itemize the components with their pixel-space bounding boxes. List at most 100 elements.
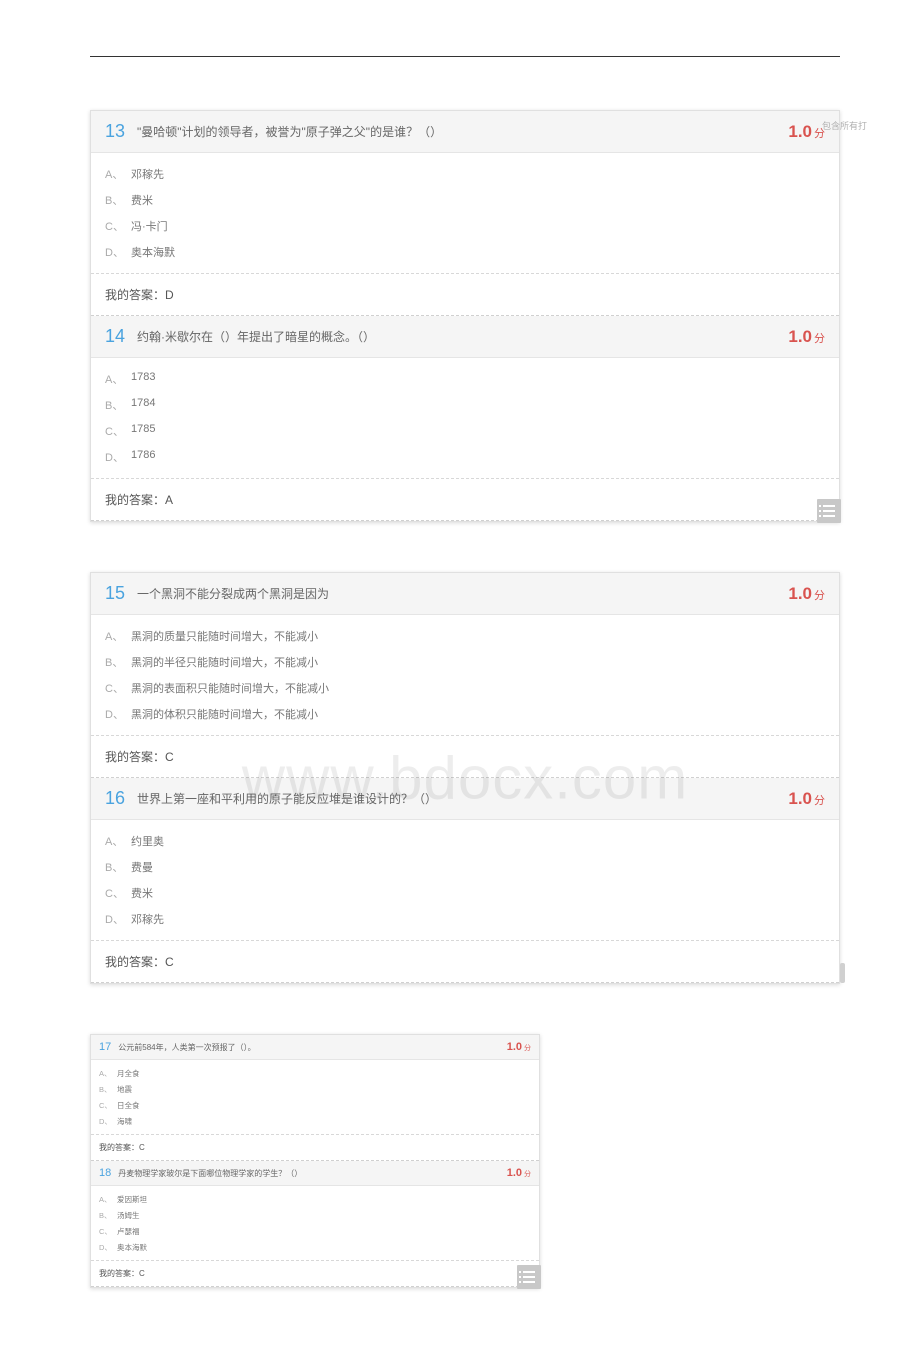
option-row[interactable]: B、1784 xyxy=(105,392,825,418)
score-value: 1.0 xyxy=(507,1041,522,1053)
quiz-block: 13"曼哈顿"计划的领导者，被誉为"原子弹之父"的是谁？（）1.0分包含所有打 A… xyxy=(90,110,840,522)
option-label: B、 xyxy=(105,397,131,413)
option-row[interactable]: B、费曼 xyxy=(105,854,825,880)
option-label: A、 xyxy=(105,371,131,387)
option-row[interactable]: A、爱因斯坦 xyxy=(99,1191,531,1207)
answer-value: C xyxy=(165,750,174,764)
answer-prefix: 我的答案： xyxy=(99,1269,139,1278)
option-text: 费米 xyxy=(131,192,153,208)
question-text: 公元前584年，人类第一次预报了（）。 xyxy=(118,1042,506,1053)
option-label: A、 xyxy=(105,833,131,849)
answer-prefix: 我的答案： xyxy=(105,750,165,764)
option-row[interactable]: A、1783 xyxy=(105,366,825,392)
option-text: 约里奥 xyxy=(131,833,164,849)
options-list: A、爱因斯坦B、汤姆生C、卢瑟福D、奥本海默 xyxy=(91,1186,539,1260)
option-row[interactable]: D、黑洞的体积只能随时间增大，不能减小 xyxy=(105,701,825,727)
score-unit: 分 xyxy=(814,587,825,603)
question: 18丹麦物理学家玻尔是下面哪位物理学家的学生？（）1.0分A、爱因斯坦B、汤姆生… xyxy=(91,1161,539,1287)
option-row[interactable]: A、约里奥 xyxy=(105,828,825,854)
question-score: 1.0分 xyxy=(507,1167,531,1179)
question-text: 丹麦物理学家玻尔是下面哪位物理学家的学生？（） xyxy=(118,1168,506,1179)
question: 14约翰·米歇尔在（）年提出了暗星的概念。（）1.0分A、1783B、1784C… xyxy=(91,316,839,521)
list-icon[interactable] xyxy=(517,1265,541,1289)
option-row[interactable]: D、奥本海默 xyxy=(105,239,825,265)
quiz-block: www.bdocx.com15一个黑洞不能分裂成两个黑洞是因为1.0分A、黑洞的… xyxy=(90,572,840,984)
option-text: 海啸 xyxy=(117,1116,132,1127)
option-row[interactable]: C、1785 xyxy=(105,418,825,444)
option-row[interactable]: D、1786 xyxy=(105,444,825,470)
option-row[interactable]: B、地震 xyxy=(99,1081,531,1097)
option-row[interactable]: A、月全食 xyxy=(99,1065,531,1081)
option-row[interactable]: C、卢瑟福 xyxy=(99,1223,531,1239)
question-text: 一个黑洞不能分裂成两个黑洞是因为 xyxy=(137,585,788,602)
question-score: 1.0分 xyxy=(788,122,825,142)
answer-prefix: 我的答案： xyxy=(105,493,165,507)
question-score: 1.0分 xyxy=(507,1041,531,1053)
option-text: 邓稼先 xyxy=(131,911,164,927)
question-score: 1.0分 xyxy=(788,327,825,347)
answer-value: C xyxy=(139,1143,145,1152)
option-row[interactable]: C、日全食 xyxy=(99,1097,531,1113)
score-unit: 分 xyxy=(524,1169,531,1179)
options-list: A、1783B、1784C、1785D、1786 xyxy=(91,358,839,478)
my-answer: 我的答案：C xyxy=(91,735,839,777)
my-answer: 我的答案：C xyxy=(91,1134,539,1160)
options-list: A、约里奥B、费曼C、费米D、邓稼先 xyxy=(91,820,839,940)
option-label: D、 xyxy=(105,449,131,465)
option-label: A、 xyxy=(105,166,131,182)
option-label: D、 xyxy=(105,911,131,927)
option-text: 冯·卡门 xyxy=(131,218,168,234)
side-hint-text: 包含所有打 xyxy=(822,119,867,132)
score-value: 1.0 xyxy=(507,1167,522,1179)
option-text: 黑洞的半径只能随时间增大，不能减小 xyxy=(131,654,318,670)
question-header: 14约翰·米歇尔在（）年提出了暗星的概念。（）1.0分 xyxy=(91,316,839,358)
option-label: C、 xyxy=(105,423,131,439)
option-label: B、 xyxy=(99,1210,117,1221)
score-unit: 分 xyxy=(524,1043,531,1053)
question-header: 18丹麦物理学家玻尔是下面哪位物理学家的学生？（）1.0分 xyxy=(91,1161,539,1186)
my-answer: 我的答案：A xyxy=(91,478,839,520)
question-number: 14 xyxy=(105,326,125,347)
answer-prefix: 我的答案： xyxy=(99,1143,139,1152)
score-value: 1.0 xyxy=(788,789,812,809)
option-row[interactable]: B、费米 xyxy=(105,187,825,213)
option-row[interactable]: D、奥本海默 xyxy=(99,1239,531,1255)
my-answer: 我的答案：C xyxy=(91,1260,539,1286)
option-row[interactable]: B、汤姆生 xyxy=(99,1207,531,1223)
score-unit: 分 xyxy=(814,792,825,808)
option-row[interactable]: A、邓稼先 xyxy=(105,161,825,187)
option-row[interactable]: A、黑洞的质量只能随时间增大，不能减小 xyxy=(105,623,825,649)
option-row[interactable]: C、费米 xyxy=(105,880,825,906)
question-header: 15一个黑洞不能分裂成两个黑洞是因为1.0分 xyxy=(91,573,839,615)
option-row[interactable]: D、邓稼先 xyxy=(105,906,825,932)
option-row[interactable]: D、海啸 xyxy=(99,1113,531,1129)
answer-prefix: 我的答案： xyxy=(105,955,165,969)
option-text: 黑洞的体积只能随时间增大，不能减小 xyxy=(131,706,318,722)
question-number: 13 xyxy=(105,121,125,142)
option-label: C、 xyxy=(105,218,131,234)
option-text: 1784 xyxy=(131,397,155,413)
scrollbar-thumb[interactable] xyxy=(840,963,845,983)
question-number: 17 xyxy=(99,1041,111,1053)
question-header: 16世界上第一座和平利用的原子能反应堆是谁设计的？（）1.0分 xyxy=(91,778,839,820)
answer-prefix: 我的答案： xyxy=(105,288,165,302)
option-row[interactable]: B、黑洞的半径只能随时间增大，不能减小 xyxy=(105,649,825,675)
option-text: 奥本海默 xyxy=(117,1242,147,1253)
option-row[interactable]: C、冯·卡门 xyxy=(105,213,825,239)
option-label: A、 xyxy=(105,628,131,644)
option-label: C、 xyxy=(99,1100,117,1111)
list-icon[interactable] xyxy=(817,499,841,523)
question: 15一个黑洞不能分裂成两个黑洞是因为1.0分 A、黑洞的质量只能随时间增大，不能减… xyxy=(91,573,839,778)
option-row[interactable]: C、黑洞的表面积只能随时间增大，不能减小 xyxy=(105,675,825,701)
question: 13"曼哈顿"计划的领导者，被誉为"原子弹之父"的是谁？（）1.0分包含所有打 A… xyxy=(91,111,839,316)
option-label: B、 xyxy=(105,859,131,875)
option-text: 费米 xyxy=(131,885,153,901)
option-label: B、 xyxy=(105,654,131,670)
quiz-block: 17公元前584年，人类第一次预报了（）。1.0分A、月全食B、地震C、日全食D… xyxy=(90,1034,540,1288)
page-top-rule xyxy=(90,56,840,57)
option-text: 汤姆生 xyxy=(117,1210,140,1221)
score-unit: 分 xyxy=(814,330,825,346)
score-value: 1.0 xyxy=(788,584,812,604)
option-text: 黑洞的表面积只能随时间增大，不能减小 xyxy=(131,680,329,696)
question-header: 13"曼哈顿"计划的领导者，被誉为"原子弹之父"的是谁？（）1.0分包含所有打 xyxy=(91,111,839,153)
